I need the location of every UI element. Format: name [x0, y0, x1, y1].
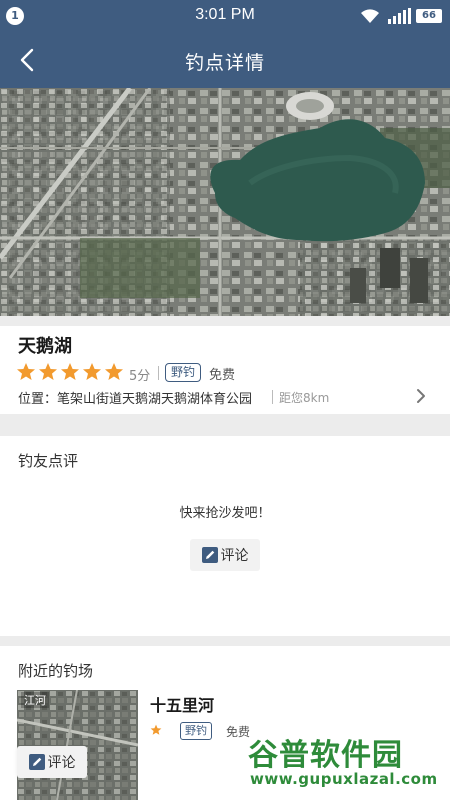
- chevron-right-icon[interactable]: [414, 388, 428, 404]
- star-icon: [150, 724, 162, 735]
- signal-icon: [388, 8, 411, 24]
- watermark-url: www.gupuxlazal.com: [250, 770, 438, 788]
- spot-info-card[interactable]: 天鹅湖 5分 野钓 免费 位置：笔架山街道天鹅湖天鹅湖体育公园 距您8km: [0, 326, 450, 414]
- spot-name: 天鹅湖: [18, 336, 72, 357]
- wifi-icon: [361, 9, 379, 23]
- spot-satellite-image: [0, 88, 450, 316]
- status-time: 3:01 PM: [195, 6, 255, 23]
- nearby-item-thumbnail[interactable]: 江河: [17, 690, 138, 800]
- spot-distance: 距您8km: [279, 391, 330, 405]
- star-icon: [39, 363, 57, 380]
- star-icon: [17, 363, 35, 380]
- nearby-item-category: 江河: [21, 692, 49, 708]
- reviews-empty-text: 快来抢沙发吧！: [179, 506, 271, 521]
- divider: [158, 366, 159, 380]
- spot-type-badge: 野钓: [165, 363, 202, 382]
- floating-comment-label: 评论: [47, 755, 76, 771]
- nearby-title: 附近的钓场: [18, 662, 94, 680]
- watermark-text: 谷普软件园: [248, 738, 403, 773]
- status-bar: 1 3:01 PM 66: [0, 0, 450, 32]
- edit-icon: [201, 547, 218, 563]
- star-icon: [105, 363, 123, 380]
- rating-score: 5分: [129, 369, 151, 384]
- star-icon: [83, 363, 101, 380]
- screen: 1 3:01 PM 66 钓点详情 天鹅湖 5分 野钓 免费 位置：笔架山街道天…: [0, 0, 450, 800]
- comment-button[interactable]: 评论: [190, 539, 260, 571]
- rating-stars: [16, 362, 124, 382]
- spot-address: 位置：笔架山街道天鹅湖天鹅湖体育公园: [18, 392, 253, 407]
- edit-icon: [28, 754, 45, 770]
- nearby-item-name[interactable]: 十五里河: [150, 692, 214, 716]
- divider: [272, 390, 273, 404]
- page-title: 钓点详情: [184, 52, 265, 74]
- reviews-section: 钓友点评 快来抢沙发吧！ 评论: [0, 436, 450, 636]
- battery-icon: 66: [416, 9, 442, 23]
- reviews-title: 钓友点评: [18, 452, 79, 470]
- nearby-item-fee: 免费: [226, 725, 251, 739]
- comment-button-label: 评论: [220, 548, 249, 564]
- floating-comment-button[interactable]: 评论: [17, 746, 87, 778]
- watermark: 谷普软件园 www.gupuxlazal.com: [248, 730, 448, 796]
- nearby-item-badge: 野钓: [180, 722, 212, 740]
- nav-bar: 钓点详情: [0, 32, 450, 88]
- spot-fee: 免费: [209, 368, 236, 383]
- star-icon: [61, 363, 79, 380]
